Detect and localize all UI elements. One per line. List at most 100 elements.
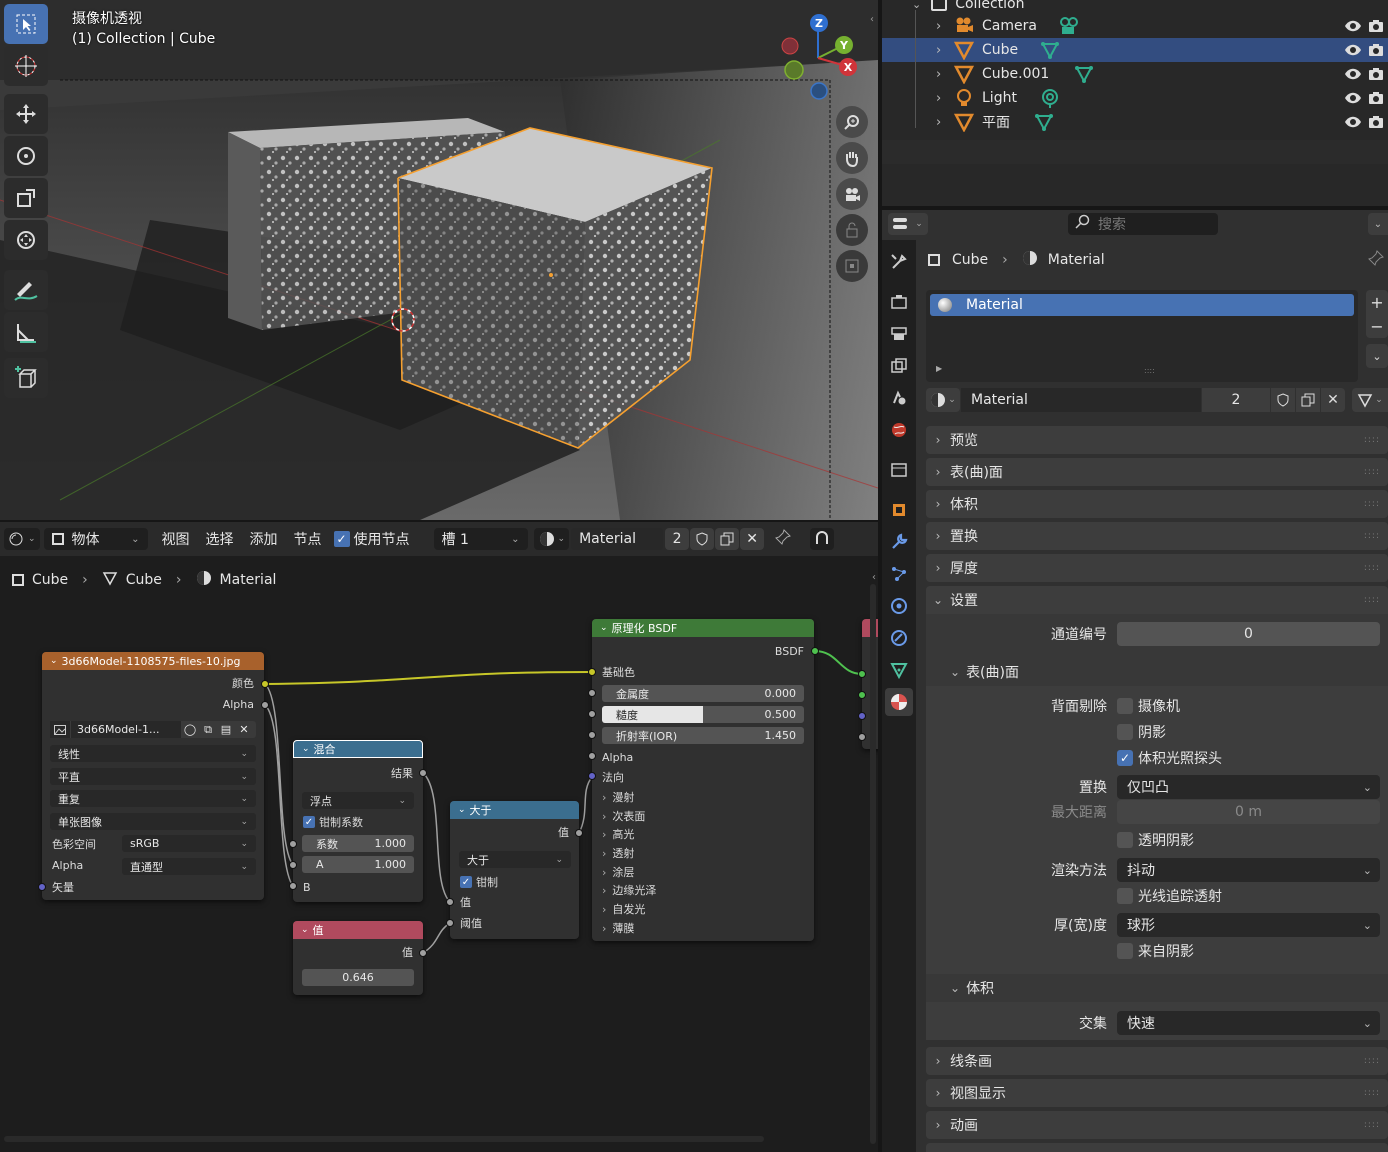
slot-specials-icon[interactable]: ⌄ <box>1366 344 1388 368</box>
socket-bsdf-base-color[interactable] <box>588 668 596 676</box>
expand-chevron-icon[interactable]: › <box>936 19 941 34</box>
socket-output-thickness[interactable] <box>858 733 866 741</box>
render-camera-icon[interactable] <box>1368 18 1384 38</box>
a-field[interactable]: A 1.000 <box>302 856 414 873</box>
source-dropdown[interactable]: 单张图像 ⌄ <box>50 813 256 830</box>
visibility-eye-icon[interactable] <box>1344 19 1362 37</box>
measure-icon[interactable] <box>4 312 48 352</box>
outliner-item-name[interactable]: 平面 <box>982 112 1010 132</box>
modifier-tab-icon[interactable] <box>885 528 913 556</box>
visibility-eye-icon[interactable] <box>1344 91 1362 109</box>
mesh-data-icon[interactable] <box>1074 64 1094 88</box>
clamp-checkbox[interactable]: ✓ 钳制 <box>460 874 498 890</box>
bsdf-section-specular[interactable]: › 高光 <box>592 825 814 843</box>
ior-field[interactable]: 折射率(IOR) 1.450 <box>602 727 804 744</box>
outliner-item-name[interactable]: Cube.001 <box>982 66 1049 82</box>
socket-greater-threshold[interactable] <box>446 919 454 927</box>
output-tab-icon[interactable] <box>885 320 913 348</box>
vertical-scrollbar[interactable] <box>870 584 876 1144</box>
fake-user-icon[interactable] <box>1271 388 1295 412</box>
render-camera-icon[interactable] <box>1368 42 1384 62</box>
gizmo-z-axis[interactable]: Z <box>810 14 828 32</box>
mix-node-header[interactable]: ⌄ 混合 <box>293 740 423 758</box>
max-distance-field[interactable]: 0 m <box>1117 800 1380 824</box>
outliner-item-name[interactable]: Camera <box>982 18 1037 34</box>
socket-bsdf-metallic[interactable] <box>588 689 596 697</box>
image-name-field[interactable]: 3d66Model-1... <box>71 721 181 738</box>
socket-bsdf-normal[interactable] <box>588 772 596 780</box>
move-icon[interactable] <box>4 94 48 134</box>
socket-image-color[interactable] <box>261 680 269 688</box>
principled-bsdf-node[interactable]: ⌄ 原理化 BSDF BSDF 基础色 金属度 0.000 糙度 0.500 折射率(… <box>592 619 814 941</box>
gizmo-y-axis[interactable]: Y <box>835 36 853 54</box>
shader-editor[interactable]: ⌄ 物体 ⌄ 视图 选择 添加 节点 ✓ 使用节点 槽 1 ⌄ ⌄ Material… <box>0 522 878 1152</box>
visibility-eye-icon[interactable] <box>1344 67 1362 85</box>
mix-type-dropdown[interactable]: 浮点 ⌄ <box>302 792 414 809</box>
backface-camera-checkbox[interactable]: 摄像机 <box>1117 696 1180 716</box>
image-open-icon[interactable]: ▤ <box>217 723 235 736</box>
bsdf-section-sheen[interactable]: › 边缘光泽 <box>592 881 814 899</box>
region-toggle-icon[interactable]: ‹ <box>870 14 874 25</box>
pin-icon[interactable] <box>1368 250 1384 270</box>
socket-output-displacement[interactable] <box>858 712 866 720</box>
material-name-field[interactable]: Material <box>961 388 1201 412</box>
expand-chevron-icon[interactable]: › <box>936 115 941 130</box>
panel-animation[interactable]: › 动画:::: <box>926 1111 1388 1139</box>
volume-intersection-dropdown[interactable]: 快速 ⌄ <box>1117 1011 1380 1035</box>
mesh-data-icon[interactable] <box>1040 40 1060 64</box>
render-camera-icon[interactable] <box>1368 90 1384 110</box>
add-slot-icon[interactable]: + <box>1366 290 1388 314</box>
outliner-item-0[interactable]: › Camera <box>882 14 1388 38</box>
light-data-icon[interactable] <box>1040 88 1060 112</box>
options-dropdown-icon[interactable]: ⌄ <box>1368 213 1388 235</box>
lock-icon[interactable] <box>836 214 868 246</box>
mesh-data-icon[interactable] <box>1034 112 1054 136</box>
panel-viewport-display[interactable]: › 视图显示:::: <box>926 1079 1388 1107</box>
render-camera-icon[interactable] <box>1368 114 1384 134</box>
world-tab-icon[interactable] <box>885 416 913 444</box>
remove-slot-icon[interactable]: − <box>1366 314 1388 338</box>
value-node-header[interactable]: ⌄ 值 <box>293 921 423 939</box>
rotate-icon[interactable] <box>4 136 48 176</box>
socket-mix-result[interactable] <box>419 769 427 777</box>
material-slot-list[interactable]: Material ▶ :::: <box>926 290 1358 382</box>
value-field[interactable]: 0.646 <box>302 969 414 986</box>
image-unlink-icon[interactable]: ✕ <box>235 723 253 736</box>
socket-output-volume[interactable] <box>858 691 866 699</box>
projection-dropdown[interactable]: 平直 ⌄ <box>50 768 256 785</box>
unlink-material-icon[interactable]: ✕ <box>1321 388 1345 412</box>
outliner-item-3[interactable]: › Light <box>882 86 1388 110</box>
image-browse-icon[interactable] <box>50 721 70 738</box>
cursor-icon[interactable] <box>4 46 48 86</box>
image-selector[interactable]: 3d66Model-1... ◯ ⧉ ▤ ✕ <box>50 721 256 738</box>
render-method-dropdown[interactable]: 抖动 ⌄ <box>1117 858 1380 882</box>
subpanel-surface[interactable]: ⌄ 表(曲)面 <box>926 658 1388 686</box>
socket-bsdf-ior[interactable] <box>588 731 596 739</box>
render-camera-icon[interactable] <box>1368 66 1384 86</box>
socket-image-vector[interactable] <box>38 883 46 891</box>
displacement-method-dropdown[interactable]: 仅凹凸 ⌄ <box>1117 775 1380 799</box>
zoom-icon[interactable] <box>836 106 868 138</box>
socket-mix-b[interactable] <box>289 882 297 890</box>
material-tab-icon[interactable] <box>885 688 913 716</box>
socket-image-alpha[interactable] <box>261 701 269 709</box>
material-users-count[interactable]: 2 <box>1202 388 1270 412</box>
horizontal-scrollbar[interactable] <box>4 1136 764 1142</box>
extension-dropdown[interactable]: 重复 ⌄ <box>50 790 256 807</box>
image-texture-node[interactable]: ⌄ 3d66Model-1108575-files-10.jpg 颜色 Alpha… <box>42 652 264 900</box>
socket-bsdf-out[interactable] <box>811 647 819 655</box>
object-tab-icon[interactable] <box>885 496 913 524</box>
material-slot-item[interactable]: Material <box>930 294 1354 316</box>
bsdf-section-emission[interactable]: › 自发光 <box>592 900 814 918</box>
duplicate-material-icon[interactable] <box>1296 388 1320 412</box>
socket-greater-out[interactable] <box>575 829 583 837</box>
panel-thickness[interactable]: › 厚度:::: <box>926 554 1388 582</box>
panel-displacement[interactable]: › 置换:::: <box>926 522 1388 550</box>
collection-tab-icon[interactable] <box>885 456 913 484</box>
scale-icon[interactable] <box>4 178 48 218</box>
socket-value-out[interactable] <box>419 949 427 957</box>
bsdf-section-thin-film[interactable]: › 薄膜 <box>592 919 814 937</box>
greater-node-header[interactable]: ⌄ 大于 <box>450 801 579 819</box>
raytrace-transmission-checkbox[interactable]: 光线追踪透射 <box>1117 886 1222 906</box>
visibility-eye-icon[interactable] <box>1344 43 1362 61</box>
